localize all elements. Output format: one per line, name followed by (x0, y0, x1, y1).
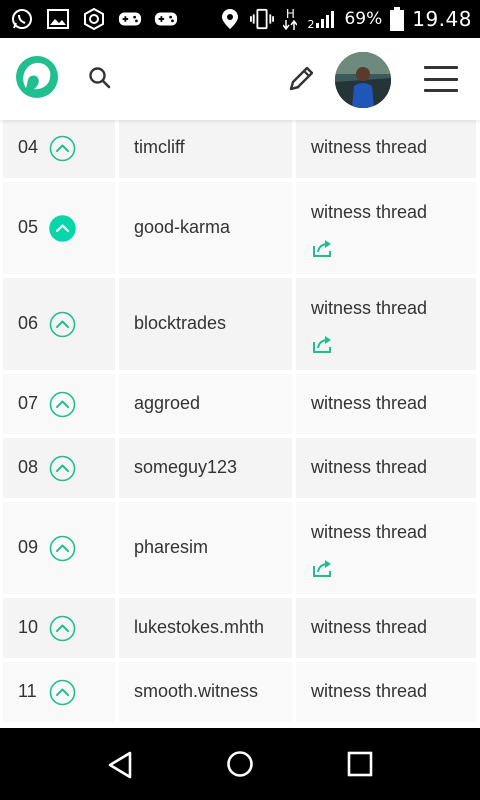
witness-name-link[interactable]: pharesim (134, 537, 208, 558)
search-icon[interactable] (88, 66, 112, 90)
rank-cell: 04 (3, 120, 115, 178)
thread-cell: witness thread (296, 182, 476, 274)
back-icon[interactable] (106, 750, 134, 780)
witness-rank: 10 (18, 617, 39, 637)
rank-cell: 06 (3, 278, 115, 370)
table-row: 08 someguy123 witness thread (0, 438, 480, 498)
hamburger-menu-icon[interactable] (424, 66, 458, 92)
table-row: 05 good-karma witness thread (0, 182, 480, 274)
upvote-icon[interactable] (49, 391, 76, 418)
recent-apps-icon[interactable] (347, 751, 373, 777)
table-row: 11 smooth.witness witness thread (0, 662, 480, 722)
witness-rank: 11 (18, 681, 37, 701)
witness-rank: 06 (18, 313, 39, 333)
rank-cell: 05 (3, 182, 115, 274)
witness-rank: 08 (18, 457, 39, 477)
name-cell: aggroed (119, 374, 292, 434)
thread-cell: witness thread (296, 120, 476, 178)
name-cell: timcliff (119, 120, 292, 178)
location-pin-icon (218, 7, 242, 31)
rank-cell: 09 (3, 502, 115, 594)
witness-thread-link[interactable]: witness thread (311, 457, 427, 478)
table-row: 04 timcliff witness thread (0, 120, 480, 178)
upvote-icon[interactable] (49, 455, 76, 482)
rank-cell: 11 (3, 662, 115, 722)
upvote-icon[interactable] (49, 615, 76, 642)
data-arrows-icon: H (282, 7, 298, 31)
signal-icon: 2 (306, 7, 336, 31)
witness-name-link[interactable]: timcliff (134, 137, 185, 158)
table-row: 09 pharesim witness thread (0, 502, 480, 594)
witness-name-link[interactable]: blocktrades (134, 313, 226, 334)
witness-name-link[interactable]: lukestokes.mhth (134, 617, 264, 638)
thread-cell: witness thread (296, 662, 476, 722)
name-cell: good-karma (119, 182, 292, 274)
system-nav-bar (0, 728, 480, 800)
table-row: 10 lukestokes.mhth witness thread (0, 598, 480, 658)
battery-percent: 69% (344, 9, 383, 29)
witness-thread-link[interactable]: witness thread (311, 617, 427, 638)
witness-name-link[interactable]: good-karma (134, 217, 230, 238)
witness-thread-link[interactable]: witness thread (311, 681, 427, 702)
upvote-icon[interactable] (49, 135, 76, 162)
witness-name-link[interactable]: smooth.witness (134, 681, 258, 702)
image-icon (46, 7, 70, 31)
pencil-icon[interactable] (287, 63, 317, 93)
upvote-icon[interactable] (49, 679, 76, 706)
upvote-active-icon[interactable] (49, 215, 76, 242)
external-link-icon[interactable] (312, 558, 334, 578)
external-link-icon[interactable] (312, 238, 334, 258)
witness-thread-link[interactable]: witness thread (311, 393, 427, 414)
vibrate-icon (250, 7, 275, 31)
witness-thread-link[interactable]: witness thread (311, 137, 427, 158)
thread-cell: witness thread (296, 438, 476, 498)
witness-rank: 05 (18, 217, 39, 237)
name-cell: smooth.witness (119, 662, 292, 722)
whatsapp-icon (10, 7, 34, 31)
hexagon-icon (82, 7, 106, 31)
thread-cell: witness thread (296, 502, 476, 594)
name-cell: pharesim (119, 502, 292, 594)
steemit-logo[interactable] (14, 54, 60, 100)
witness-rank: 07 (18, 393, 39, 413)
table-row: 07 aggroed witness thread (0, 374, 480, 434)
name-cell: blocktrades (119, 278, 292, 370)
user-avatar[interactable] (335, 52, 391, 108)
app-header (0, 38, 480, 120)
witness-rank: 09 (18, 537, 39, 557)
witness-name-link[interactable]: aggroed (134, 393, 200, 414)
witness-thread-link[interactable]: witness thread (311, 522, 427, 543)
upvote-icon[interactable] (49, 311, 76, 338)
witness-thread-link[interactable]: witness thread (311, 202, 427, 223)
game-controller-icon (118, 7, 142, 31)
witness-table: 04 timcliff witness thread 05 good-karma witn… (0, 120, 480, 728)
rank-cell: 08 (3, 438, 115, 498)
clock: 19.48 (412, 7, 472, 31)
rank-cell: 10 (3, 598, 115, 658)
external-link-icon[interactable] (312, 334, 334, 354)
home-icon[interactable] (226, 750, 254, 778)
thread-cell: witness thread (296, 374, 476, 434)
thread-cell: witness thread (296, 598, 476, 658)
rank-cell: 07 (3, 374, 115, 434)
upvote-icon[interactable] (49, 535, 76, 562)
witness-name-link[interactable]: someguy123 (134, 457, 237, 478)
battery-icon (390, 7, 405, 31)
witness-rank: 04 (18, 137, 39, 157)
witness-thread-link[interactable]: witness thread (311, 298, 427, 319)
name-cell: lukestokes.mhth (119, 598, 292, 658)
status-bar: H 2 69% 19.48 (0, 0, 480, 38)
name-cell: someguy123 (119, 438, 292, 498)
thread-cell: witness thread (296, 278, 476, 370)
game-controller-icon (154, 7, 178, 31)
table-row: 06 blocktrades witness thread (0, 278, 480, 370)
